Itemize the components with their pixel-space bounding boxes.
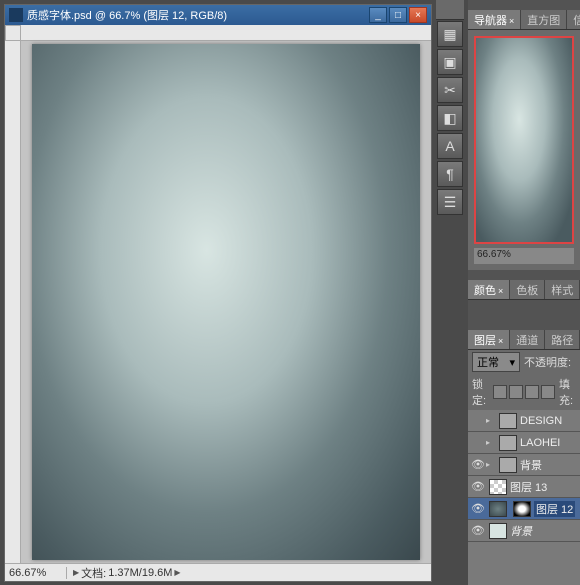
doc-label: 文档: bbox=[81, 565, 106, 581]
layer-name[interactable]: 图层 13 bbox=[510, 479, 547, 495]
layer-row[interactable]: ▸ DESIGN bbox=[468, 410, 580, 432]
chevron-right-icon[interactable]: ▶ bbox=[174, 568, 180, 577]
close-icon[interactable]: × bbox=[498, 336, 503, 346]
layer-row[interactable]: 👁 背景 bbox=[468, 520, 580, 542]
layers-panel: 正常▾ 不透明度: 锁定: 填充: ▸DESIGN▸LAOHEI👁▸背景👁图层 … bbox=[468, 350, 580, 585]
layer-name[interactable]: 背景 bbox=[520, 457, 542, 473]
ruler-origin[interactable] bbox=[5, 25, 21, 41]
layer-row[interactable]: 👁 图层 13 bbox=[468, 476, 580, 498]
fill-label: 填充: bbox=[559, 376, 576, 408]
layer-row[interactable]: 👁▸ 背景 bbox=[468, 454, 580, 476]
layer-name[interactable]: 图层 12 bbox=[534, 501, 575, 517]
blend-mode-select[interactable]: 正常▾ bbox=[472, 352, 520, 372]
panels-area: 导航器× 直方图 信息 66.67% 颜色× 色板 样式 图层× 通道 路径 正… bbox=[468, 0, 580, 585]
folder-icon bbox=[499, 435, 517, 451]
layers-tabs: 图层× 通道 路径 bbox=[468, 330, 580, 350]
lock-pixels-icon[interactable] bbox=[509, 385, 523, 399]
minimize-button[interactable]: _ bbox=[369, 7, 387, 23]
visibility-icon[interactable]: 👁 bbox=[470, 501, 486, 517]
titlebar[interactable]: 质感字体.psd @ 66.7% (图层 12, RGB/8) _ □ × bbox=[5, 5, 431, 25]
layer-thumbnail[interactable] bbox=[489, 479, 507, 495]
tab-paths[interactable]: 路径 bbox=[545, 330, 580, 349]
expand-icon[interactable]: ▸ bbox=[486, 460, 496, 469]
tab-info[interactable]: 信息 bbox=[567, 10, 580, 29]
layer-thumbnail[interactable] bbox=[489, 501, 507, 517]
tab-histogram[interactable]: 直方图 bbox=[521, 10, 567, 29]
tool-icon-6[interactable]: ☰ bbox=[437, 189, 463, 215]
maximize-button[interactable]: □ bbox=[389, 7, 407, 23]
visibility-icon[interactable]: 👁 bbox=[470, 523, 486, 539]
visibility-icon[interactable] bbox=[470, 413, 486, 429]
tab-channels[interactable]: 通道 bbox=[510, 330, 545, 349]
lock-transparency-icon[interactable] bbox=[493, 385, 507, 399]
statusbar: 66.67% ▶ 文档: 1.37M/19.6M ▶ bbox=[5, 563, 431, 581]
tool-icon-0[interactable]: ▦ bbox=[437, 21, 463, 47]
lock-all-icon[interactable] bbox=[541, 385, 555, 399]
lock-position-icon[interactable] bbox=[525, 385, 539, 399]
color-tabs: 颜色× 色板 样式 bbox=[468, 280, 580, 300]
close-icon[interactable]: × bbox=[509, 16, 514, 26]
tool-icon-5[interactable]: ¶ bbox=[437, 161, 463, 187]
expand-icon[interactable]: ▸ bbox=[486, 416, 496, 425]
layer-name[interactable]: DESIGN bbox=[520, 415, 562, 427]
chevron-down-icon: ▾ bbox=[509, 356, 515, 369]
tool-icon-3[interactable]: ◧ bbox=[437, 105, 463, 131]
folder-icon bbox=[499, 457, 517, 473]
navigator-panel: 66.67% bbox=[468, 30, 580, 270]
lock-label: 锁定: bbox=[472, 376, 489, 408]
tab-color[interactable]: 颜色× bbox=[468, 280, 510, 299]
opacity-label: 不透明度: bbox=[524, 354, 571, 370]
tool-icon-2[interactable]: ✂ bbox=[437, 77, 463, 103]
tab-navigator[interactable]: 导航器× bbox=[468, 10, 521, 29]
layer-name[interactable]: 背景 bbox=[510, 523, 532, 539]
canvas[interactable] bbox=[32, 44, 420, 560]
visibility-icon[interactable] bbox=[470, 435, 486, 451]
zoom-field[interactable]: 66.67% bbox=[5, 567, 67, 579]
layer-thumbnail[interactable] bbox=[489, 523, 507, 539]
navigator-zoom[interactable]: 66.67% bbox=[474, 248, 574, 264]
tool-icon-1[interactable]: ▣ bbox=[437, 49, 463, 75]
doc-size: 1.37M/19.6M bbox=[108, 567, 172, 579]
tool-icon-4[interactable]: A bbox=[437, 133, 463, 159]
visibility-icon[interactable]: 👁 bbox=[470, 479, 486, 495]
ruler-horizontal[interactable] bbox=[21, 25, 431, 41]
color-panel bbox=[468, 300, 580, 320]
tab-layers[interactable]: 图层× bbox=[468, 330, 510, 349]
folder-icon bbox=[499, 413, 517, 429]
app-icon bbox=[9, 8, 23, 22]
visibility-icon[interactable]: 👁 bbox=[470, 457, 486, 473]
tool-strip: ▦▣✂◧A¶☰ bbox=[436, 0, 464, 585]
layer-name[interactable]: LAOHEI bbox=[520, 437, 560, 449]
chevron-right-icon[interactable]: ▶ bbox=[73, 568, 79, 577]
layer-mask-thumbnail[interactable] bbox=[513, 501, 531, 517]
ruler-vertical[interactable] bbox=[5, 41, 21, 563]
navigator-preview[interactable] bbox=[474, 36, 574, 244]
tab-styles[interactable]: 样式 bbox=[545, 280, 580, 299]
navigator-tabs: 导航器× 直方图 信息 bbox=[468, 10, 580, 30]
window-title: 质感字体.psd @ 66.7% (图层 12, RGB/8) bbox=[27, 7, 369, 23]
tab-swatches[interactable]: 色板 bbox=[510, 280, 545, 299]
document-window: 质感字体.psd @ 66.7% (图层 12, RGB/8) _ □ × 66… bbox=[4, 4, 432, 582]
layer-row[interactable]: ▸ LAOHEI bbox=[468, 432, 580, 454]
close-button[interactable]: × bbox=[409, 7, 427, 23]
close-icon[interactable]: × bbox=[498, 286, 503, 296]
layer-list: ▸DESIGN▸LAOHEI👁▸背景👁图层 13👁图层 12👁背景 bbox=[468, 410, 580, 585]
canvas-area[interactable] bbox=[21, 41, 431, 563]
expand-icon[interactable]: ▸ bbox=[486, 438, 496, 447]
layer-row[interactable]: 👁 图层 12 bbox=[468, 498, 580, 520]
